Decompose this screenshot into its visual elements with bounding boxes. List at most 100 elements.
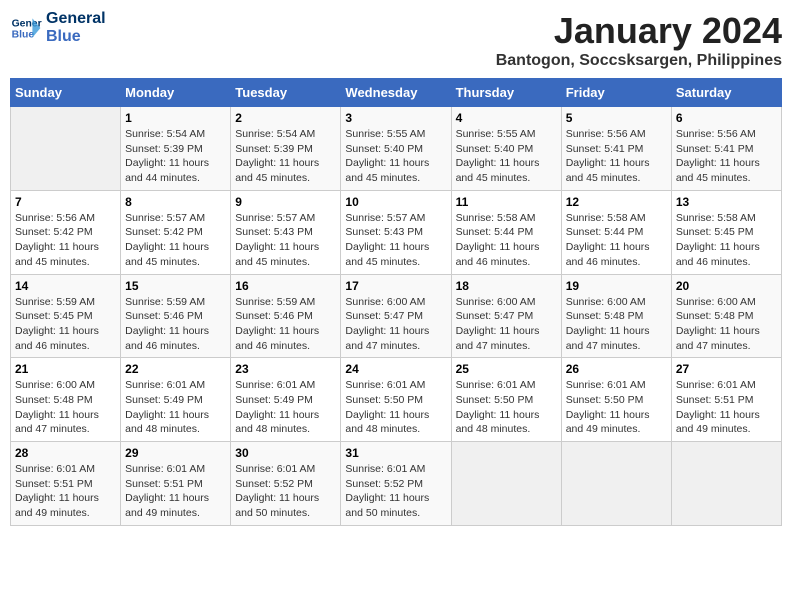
day-info: Sunrise: 6:00 AM Sunset: 5:48 PM Dayligh… [566,295,667,354]
calendar-body: 1Sunrise: 5:54 AM Sunset: 5:39 PM Daylig… [11,107,782,526]
logo: General Blue General Blue [10,10,106,46]
day-info: Sunrise: 6:01 AM Sunset: 5:50 PM Dayligh… [456,378,557,437]
calendar-cell: 12Sunrise: 5:58 AM Sunset: 5:44 PM Dayli… [561,190,671,274]
calendar-cell: 4Sunrise: 5:55 AM Sunset: 5:40 PM Daylig… [451,107,561,191]
calendar-cell: 25Sunrise: 6:01 AM Sunset: 5:50 PM Dayli… [451,358,561,442]
day-number: 31 [345,446,446,460]
day-number: 20 [676,279,777,293]
calendar-cell: 20 Sunrise: 6:00 AM Sunset: 5:48 PM Dayli… [671,274,781,358]
calendar-cell: 16 Sunrise: 5:59 AM Sunset: 5:46 PM Dayli… [231,274,341,358]
day-info: Sunrise: 5:57 AM Sunset: 5:43 PM Dayligh… [345,211,446,270]
day-number: 8 [125,195,226,209]
calendar-cell: 21 Sunrise: 6:00 AM Sunset: 5:48 PM Dayli… [11,358,121,442]
day-info: Sunrise: 5:57 AM Sunset: 5:42 PM Dayligh… [125,211,226,270]
svg-text:Blue: Blue [12,30,35,41]
day-info: Sunrise: 5:54 AM Sunset: 5:39 PM Dayligh… [235,127,336,186]
day-number: 24 [345,362,446,376]
logo-general: General [46,10,106,28]
day-info: Sunrise: 6:01 AM Sunset: 5:49 PM Dayligh… [235,378,336,437]
calendar-cell: 8 Sunrise: 5:57 AM Sunset: 5:42 PM Daylig… [121,190,231,274]
day-number: 30 [235,446,336,460]
day-info: Sunrise: 6:01 AM Sunset: 5:49 PM Dayligh… [125,378,226,437]
calendar-cell: 10 Sunrise: 5:57 AM Sunset: 5:43 PM Dayli… [341,190,451,274]
day-number: 4 [456,111,557,125]
calendar-cell: 9 Sunrise: 5:57 AM Sunset: 5:43 PM Daylig… [231,190,341,274]
day-number: 3 [345,111,446,125]
day-info: Sunrise: 5:54 AM Sunset: 5:39 PM Dayligh… [125,127,226,186]
day-info: Sunrise: 6:01 AM Sunset: 5:52 PM Dayligh… [235,462,336,521]
calendar-cell: 1Sunrise: 5:54 AM Sunset: 5:39 PM Daylig… [121,107,231,191]
weekday-header-thursday: Thursday [451,79,561,107]
month-title: January 2024 [496,10,782,52]
calendar-cell: 28 Sunrise: 6:01 AM Sunset: 5:51 PM Dayli… [11,442,121,526]
day-number: 17 [345,279,446,293]
day-info: Sunrise: 5:55 AM Sunset: 5:40 PM Dayligh… [345,127,446,186]
day-info: Sunrise: 5:58 AM Sunset: 5:44 PM Dayligh… [456,211,557,270]
day-number: 13 [676,195,777,209]
day-number: 10 [345,195,446,209]
day-info: Sunrise: 6:01 AM Sunset: 5:51 PM Dayligh… [15,462,116,521]
day-number: 29 [125,446,226,460]
calendar-table: SundayMondayTuesdayWednesdayThursdayFrid… [10,78,782,526]
calendar-cell: 3 Sunrise: 5:55 AM Sunset: 5:40 PM Daylig… [341,107,451,191]
day-number: 2 [235,111,336,125]
weekday-header-sunday: Sunday [11,79,121,107]
calendar-cell: 17 Sunrise: 6:00 AM Sunset: 5:47 PM Dayli… [341,274,451,358]
day-number: 14 [15,279,116,293]
day-number: 16 [235,279,336,293]
calendar-cell: 11 Sunrise: 5:58 AM Sunset: 5:44 PM Dayli… [451,190,561,274]
calendar-cell: 15 Sunrise: 5:59 AM Sunset: 5:46 PM Dayli… [121,274,231,358]
calendar-cell: 27Sunrise: 6:01 AM Sunset: 5:51 PM Dayli… [671,358,781,442]
calendar-cell [671,442,781,526]
calendar-cell: 22 Sunrise: 6:01 AM Sunset: 5:49 PM Dayli… [121,358,231,442]
day-number: 19 [566,279,667,293]
day-info: Sunrise: 6:01 AM Sunset: 5:50 PM Dayligh… [566,378,667,437]
day-number: 15 [125,279,226,293]
weekday-header-monday: Monday [121,79,231,107]
day-info: Sunrise: 5:56 AM Sunset: 5:41 PM Dayligh… [676,127,777,186]
day-info: Sunrise: 6:01 AM Sunset: 5:52 PM Dayligh… [345,462,446,521]
day-number: 26 [566,362,667,376]
weekday-header-friday: Friday [561,79,671,107]
calendar-cell: 23 Sunrise: 6:01 AM Sunset: 5:49 PM Dayli… [231,358,341,442]
calendar-cell: 31 Sunrise: 6:01 AM Sunset: 5:52 PM Dayli… [341,442,451,526]
day-number: 27 [676,362,777,376]
day-number: 11 [456,195,557,209]
day-number: 7 [15,195,116,209]
calendar-cell: 18 Sunrise: 6:00 AM Sunset: 5:47 PM Dayli… [451,274,561,358]
day-info: Sunrise: 6:00 AM Sunset: 5:47 PM Dayligh… [345,295,446,354]
calendar-cell: 29Sunrise: 6:01 AM Sunset: 5:51 PM Dayli… [121,442,231,526]
day-number: 21 [15,362,116,376]
day-info: Sunrise: 6:00 AM Sunset: 5:47 PM Dayligh… [456,295,557,354]
day-info: Sunrise: 5:58 AM Sunset: 5:45 PM Dayligh… [676,211,777,270]
calendar-cell: 5Sunrise: 5:56 AM Sunset: 5:41 PM Daylig… [561,107,671,191]
day-number: 18 [456,279,557,293]
day-info: Sunrise: 5:59 AM Sunset: 5:46 PM Dayligh… [125,295,226,354]
calendar-week-2: 7 Sunrise: 5:56 AM Sunset: 5:42 PM Daylig… [11,190,782,274]
calendar-cell [561,442,671,526]
calendar-week-3: 14 Sunrise: 5:59 AM Sunset: 5:45 PM Dayli… [11,274,782,358]
day-number: 9 [235,195,336,209]
day-info: Sunrise: 5:57 AM Sunset: 5:43 PM Dayligh… [235,211,336,270]
weekday-header-saturday: Saturday [671,79,781,107]
day-info: Sunrise: 5:59 AM Sunset: 5:46 PM Dayligh… [235,295,336,354]
day-info: Sunrise: 6:00 AM Sunset: 5:48 PM Dayligh… [15,378,116,437]
calendar-cell: 6Sunrise: 5:56 AM Sunset: 5:41 PM Daylig… [671,107,781,191]
logo-icon: General Blue [10,12,42,44]
day-info: Sunrise: 6:00 AM Sunset: 5:48 PM Dayligh… [676,295,777,354]
day-number: 5 [566,111,667,125]
calendar-cell: 19 Sunrise: 6:00 AM Sunset: 5:48 PM Dayli… [561,274,671,358]
day-number: 28 [15,446,116,460]
calendar-week-1: 1Sunrise: 5:54 AM Sunset: 5:39 PM Daylig… [11,107,782,191]
calendar-cell: 30 Sunrise: 6:01 AM Sunset: 5:52 PM Dayli… [231,442,341,526]
day-info: Sunrise: 5:56 AM Sunset: 5:42 PM Dayligh… [15,211,116,270]
location-title: Bantogon, Soccsksargen, Philippines [496,52,782,70]
day-info: Sunrise: 6:01 AM Sunset: 5:50 PM Dayligh… [345,378,446,437]
weekday-header-wednesday: Wednesday [341,79,451,107]
calendar-cell: 2 Sunrise: 5:54 AM Sunset: 5:39 PM Daylig… [231,107,341,191]
day-number: 22 [125,362,226,376]
day-info: Sunrise: 5:59 AM Sunset: 5:45 PM Dayligh… [15,295,116,354]
day-info: Sunrise: 5:58 AM Sunset: 5:44 PM Dayligh… [566,211,667,270]
calendar-cell: 7 Sunrise: 5:56 AM Sunset: 5:42 PM Daylig… [11,190,121,274]
day-number: 23 [235,362,336,376]
